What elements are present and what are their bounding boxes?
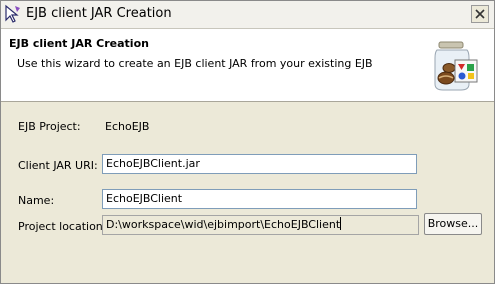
- name-label: Name:: [18, 194, 55, 207]
- project-location-value: D:\workspace\wid\ejbimport\EchoEJBClient: [106, 218, 341, 231]
- client-jar-uri-value: EchoEJBClient.jar: [106, 157, 200, 170]
- banner-title: EJB client JAR Creation: [9, 37, 149, 50]
- client-jar-uri-field[interactable]: EchoEJBClient.jar: [102, 154, 417, 174]
- project-location-field[interactable]: D:\workspace\wid\ejbimport\EchoEJBClient: [102, 215, 419, 235]
- title-bar[interactable]: EJB client JAR Creation: [1, 1, 494, 29]
- browse-button[interactable]: Browse...: [424, 213, 482, 235]
- wizard-banner: EJB client JAR Creation Use this wizard …: [1, 29, 494, 102]
- text-cursor: [340, 217, 342, 230]
- ejb-project-label: EJB Project:: [18, 120, 81, 133]
- wizard-icon: [3, 4, 23, 24]
- project-location-label: Project location:: [18, 220, 107, 233]
- name-value: EchoEJBClient: [106, 192, 183, 205]
- dialog-window: EJB client JAR Creation EJB client JAR C…: [0, 0, 495, 284]
- banner-description: Use this wizard to create an EJB client …: [17, 57, 373, 70]
- name-field[interactable]: EchoEJBClient: [102, 189, 417, 209]
- close-button[interactable]: [471, 5, 489, 23]
- window-title: EJB client JAR Creation: [26, 6, 172, 21]
- ejb-project-value: EchoEJB: [105, 120, 150, 133]
- form-area: EJB Project: EchoEJB Client JAR URI: Ech…: [1, 102, 494, 283]
- client-jar-uri-label: Client JAR URI:: [18, 159, 98, 172]
- jar-beans-icon: [427, 38, 481, 94]
- close-icon: [475, 9, 485, 19]
